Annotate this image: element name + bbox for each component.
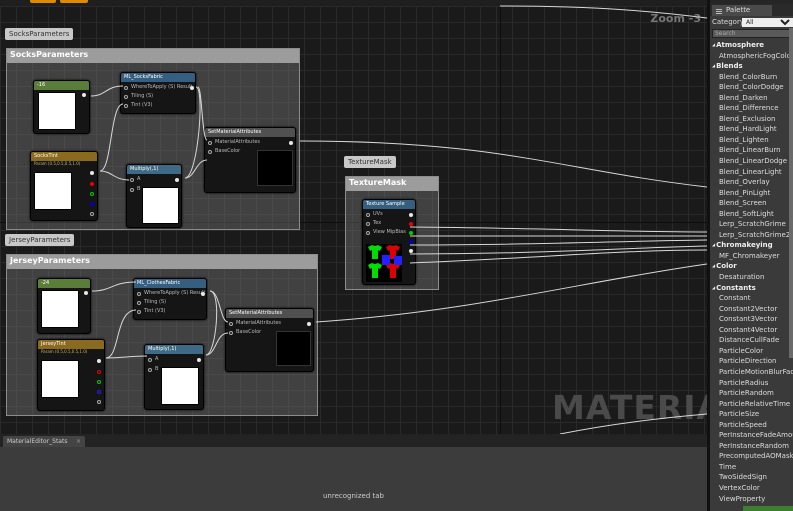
palette-footer-bar bbox=[743, 506, 793, 511]
palette-item[interactable]: Blend_Darken bbox=[710, 93, 793, 104]
palette-title: Palette bbox=[726, 6, 751, 14]
palette-category-header[interactable]: Blends bbox=[710, 61, 793, 72]
palette-item[interactable]: Blend_HardLight bbox=[710, 124, 793, 135]
palette-category-header[interactable]: Color bbox=[710, 261, 793, 272]
palette-item[interactable]: Blend_Overlay bbox=[710, 177, 793, 188]
palette-item[interactable]: ParticleRandom bbox=[710, 388, 793, 399]
palette-item[interactable]: ViewProperty bbox=[710, 494, 793, 505]
palette-item[interactable]: ParticleMotionBlurFade bbox=[710, 367, 793, 378]
bottom-panel: MaterialEditor_Stats × unrecognized tab bbox=[0, 434, 707, 511]
palette-item[interactable]: Constant2Vector bbox=[710, 304, 793, 315]
palette-item[interactable]: Constant4Vector bbox=[710, 325, 793, 336]
palette-item[interactable]: Blend_ColorBurn bbox=[710, 72, 793, 83]
tab-label: MaterialEditor_Stats bbox=[7, 438, 68, 445]
palette-item[interactable]: Constant3Vector bbox=[710, 314, 793, 325]
palette-item[interactable]: Blend_SoftLight bbox=[710, 209, 793, 220]
close-icon[interactable]: × bbox=[76, 438, 81, 445]
category-select[interactable]: All bbox=[742, 18, 793, 27]
palette-category-header[interactable]: Constants bbox=[710, 283, 793, 294]
palette-item[interactable]: Lerp_ScratchGrime2 bbox=[710, 230, 793, 241]
palette-category-row: Category All bbox=[710, 18, 793, 28]
palette-category-header[interactable]: Chromakeying bbox=[710, 240, 793, 251]
palette-item[interactable]: Blend_LinearBurn bbox=[710, 145, 793, 156]
palette-panel: Palette Category All AtmosphereAtmospher… bbox=[710, 4, 793, 511]
palette-item[interactable]: Blend_LinearDodge bbox=[710, 156, 793, 167]
palette-item[interactable]: Blend_PinLight bbox=[710, 188, 793, 199]
palette-scrollbar[interactable] bbox=[789, 28, 793, 358]
palette-item[interactable]: ParticleSize bbox=[710, 409, 793, 420]
palette-item[interactable]: DistanceCullFade bbox=[710, 335, 793, 346]
palette-item[interactable]: TwoSidedSign bbox=[710, 472, 793, 483]
palette-item[interactable]: ParticleRelativeTime bbox=[710, 399, 793, 410]
palette-item[interactable]: ParticleSpeed bbox=[710, 420, 793, 431]
palette-item[interactable]: Blend_ColorDodge bbox=[710, 82, 793, 93]
palette-item[interactable]: Constant bbox=[710, 293, 793, 304]
palette-item[interactable]: ParticleColor bbox=[710, 346, 793, 357]
palette-item[interactable]: Blend_Screen bbox=[710, 198, 793, 209]
palette-item[interactable]: Blend_Exclusion bbox=[710, 114, 793, 125]
palette-item[interactable]: ParticleRadius bbox=[710, 378, 793, 389]
tab-palette[interactable]: Palette bbox=[712, 5, 772, 16]
bottom-tab-bar: MaterialEditor_Stats × bbox=[0, 434, 707, 447]
tab-material-editor-stats[interactable]: MaterialEditor_Stats × bbox=[3, 436, 85, 447]
palette-category-header[interactable]: Atmosphere bbox=[710, 40, 793, 51]
palette-item[interactable]: Time bbox=[710, 462, 793, 473]
palette-search-input[interactable] bbox=[712, 29, 791, 38]
palette-item[interactable]: Blend_Difference bbox=[710, 103, 793, 114]
palette-item[interactable]: MF_Chromakeyer bbox=[710, 251, 793, 262]
palette-item[interactable]: PerInstanceFadeAmount bbox=[710, 430, 793, 441]
grid-icon bbox=[716, 8, 722, 14]
palette-item[interactable]: Lerp_ScratchGrime bbox=[710, 219, 793, 230]
palette-item[interactable]: AtmosphericFogColor bbox=[710, 51, 793, 62]
palette-tab-bar: Palette bbox=[710, 4, 793, 16]
category-label: Category bbox=[712, 18, 744, 26]
palette-item[interactable]: PerInstanceRandom bbox=[710, 441, 793, 452]
palette-item[interactable]: Blend_LinearLight bbox=[710, 167, 793, 178]
unrecognized-tab-message: unrecognized tab bbox=[323, 492, 384, 500]
palette-item[interactable]: ParticleDirection bbox=[710, 356, 793, 367]
palette-item[interactable]: Desaturation bbox=[710, 272, 793, 283]
palette-list: AtmosphereAtmosphericFogColorBlendsBlend… bbox=[710, 40, 793, 504]
palette-item[interactable]: VertexColor bbox=[710, 483, 793, 494]
palette-item[interactable]: PrecomputedAOMask bbox=[710, 451, 793, 462]
palette-item[interactable]: Blend_Lighten bbox=[710, 135, 793, 146]
